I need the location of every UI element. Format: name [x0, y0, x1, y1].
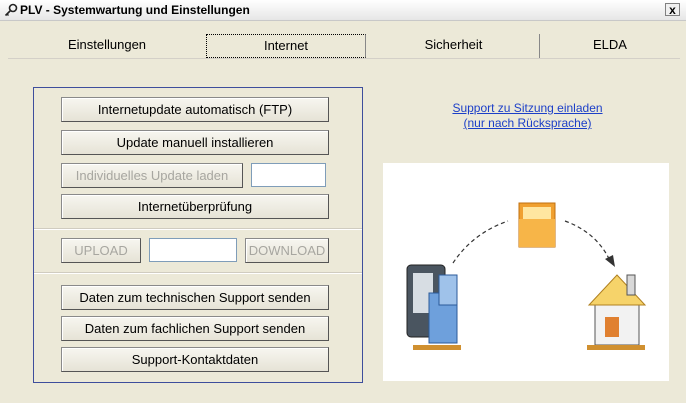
- close-button[interactable]: x: [665, 3, 680, 16]
- separator: [34, 228, 362, 230]
- title-bar: PLV - Systemwartung und Einstellungen x: [0, 0, 686, 21]
- internet-check-button[interactable]: Internetüberprüfung: [61, 194, 329, 219]
- separator: [34, 272, 362, 274]
- individual-update-button[interactable]: Individuelles Update laden: [61, 163, 243, 188]
- tab-sicherheit[interactable]: Sicherheit: [368, 34, 540, 58]
- manual-update-button[interactable]: Update manuell installieren: [61, 130, 329, 155]
- support-invite-note[interactable]: (nur nach Rücksprache): [405, 116, 650, 131]
- fach-support-button[interactable]: Daten zum fachlichen Support senden: [61, 316, 329, 341]
- tab-einstellungen[interactable]: Einstellungen: [8, 34, 206, 58]
- arc-right: [564, 220, 612, 264]
- download-button[interactable]: DOWNLOAD: [245, 238, 329, 263]
- tech-support-button[interactable]: Daten zum technischen Support senden: [61, 285, 329, 310]
- key-icon: [4, 3, 18, 17]
- arrow-head-icon: [605, 255, 615, 267]
- support-illustration: [383, 163, 669, 381]
- folder-icon: [518, 202, 556, 248]
- window-title: PLV - Systemwartung und Einstellungen: [20, 3, 250, 17]
- tab-bar: Einstellungen Internet Sicherheit ELDA: [8, 34, 680, 58]
- tab-internet[interactable]: Internet: [206, 34, 366, 58]
- internet-update-button[interactable]: Internetupdate automatisch (FTP): [61, 97, 329, 122]
- individual-update-field[interactable]: [251, 163, 326, 187]
- support-contact-button[interactable]: Support-Kontaktdaten: [61, 347, 329, 372]
- tab-panel-border: [8, 58, 680, 59]
- transfer-field[interactable]: [149, 238, 237, 262]
- house-icon: [587, 274, 647, 350]
- support-invite-link[interactable]: Support zu Sitzung einladen: [405, 101, 650, 116]
- tab-elda[interactable]: ELDA: [540, 34, 680, 58]
- arc-left: [452, 220, 509, 264]
- computer-icon: [406, 264, 461, 350]
- upload-button[interactable]: UPLOAD: [61, 238, 141, 263]
